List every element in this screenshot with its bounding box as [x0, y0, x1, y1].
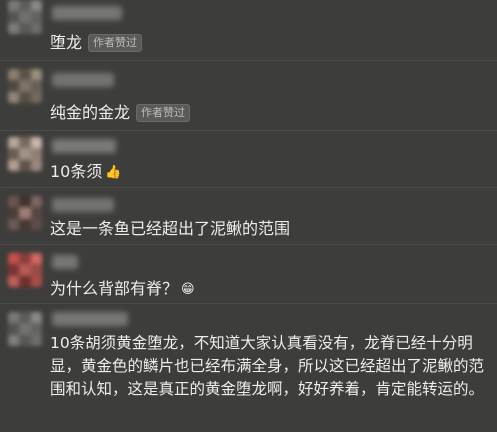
- comment-text: 10条须 👍: [50, 159, 122, 186]
- avatar[interactable]: [8, 196, 42, 230]
- comment-content: 10条须: [50, 162, 103, 181]
- comment-content: 这是一条鱼已经超出了泥鳅的范围: [50, 219, 291, 238]
- avatar[interactable]: [8, 137, 42, 171]
- grinning-face-icon: 😁: [181, 282, 195, 297]
- username-blurred[interactable]: [52, 312, 128, 326]
- comment-item[interactable]: 纯金的金龙 作者赞过: [0, 61, 497, 130]
- author-liked-badge: 作者赞过: [136, 104, 191, 122]
- avatar[interactable]: [8, 0, 42, 34]
- username-blurred[interactable]: [52, 6, 122, 20]
- comment-text: 为什么背部有脊？ 😁: [50, 276, 195, 303]
- comment-item[interactable]: 为什么背部有脊？ 😁: [0, 245, 497, 303]
- username-blurred[interactable]: [52, 198, 114, 212]
- comment-text: 这是一条鱼已经超出了泥鳅的范围: [50, 216, 290, 242]
- comment-item[interactable]: 10条须 👍: [0, 131, 497, 187]
- avatar[interactable]: [8, 312, 42, 346]
- comment-item[interactable]: 10条胡须黄金堕龙，不知道大家认真看没有，龙脊已经十分明显，黄金色的鳞片也已经布…: [0, 304, 497, 432]
- author-liked-badge: 作者赞过: [88, 34, 143, 52]
- username-blurred[interactable]: [52, 255, 78, 269]
- comment-item[interactable]: 这是一条鱼已经超出了泥鳅的范围: [0, 188, 497, 244]
- comment-content: 为什么背部有脊？: [50, 279, 179, 298]
- comment-content: 10条胡须黄金堕龙，不知道大家认真看没有，龙脊已经十分明显，黄金色的鳞片也已经布…: [50, 334, 485, 398]
- comment-content: 纯金的金龙: [50, 103, 131, 122]
- thumbs-up-icon: 👍: [105, 165, 122, 180]
- comment-item[interactable]: 堕龙 作者赞过: [0, 0, 497, 60]
- comment-text: 堕龙 作者赞过: [50, 30, 143, 56]
- avatar[interactable]: [8, 69, 42, 103]
- comment-text: 纯金的金龙 作者赞过: [50, 100, 191, 126]
- username-blurred[interactable]: [52, 139, 116, 153]
- comment-thread: 堕龙 作者赞过 纯金的金龙 作者赞过 10条须 👍 这是一条鱼已经超出了泥鳅的范围: [0, 0, 497, 432]
- comment-content: 堕龙: [50, 33, 83, 52]
- username-blurred[interactable]: [52, 73, 114, 87]
- avatar[interactable]: [8, 253, 42, 287]
